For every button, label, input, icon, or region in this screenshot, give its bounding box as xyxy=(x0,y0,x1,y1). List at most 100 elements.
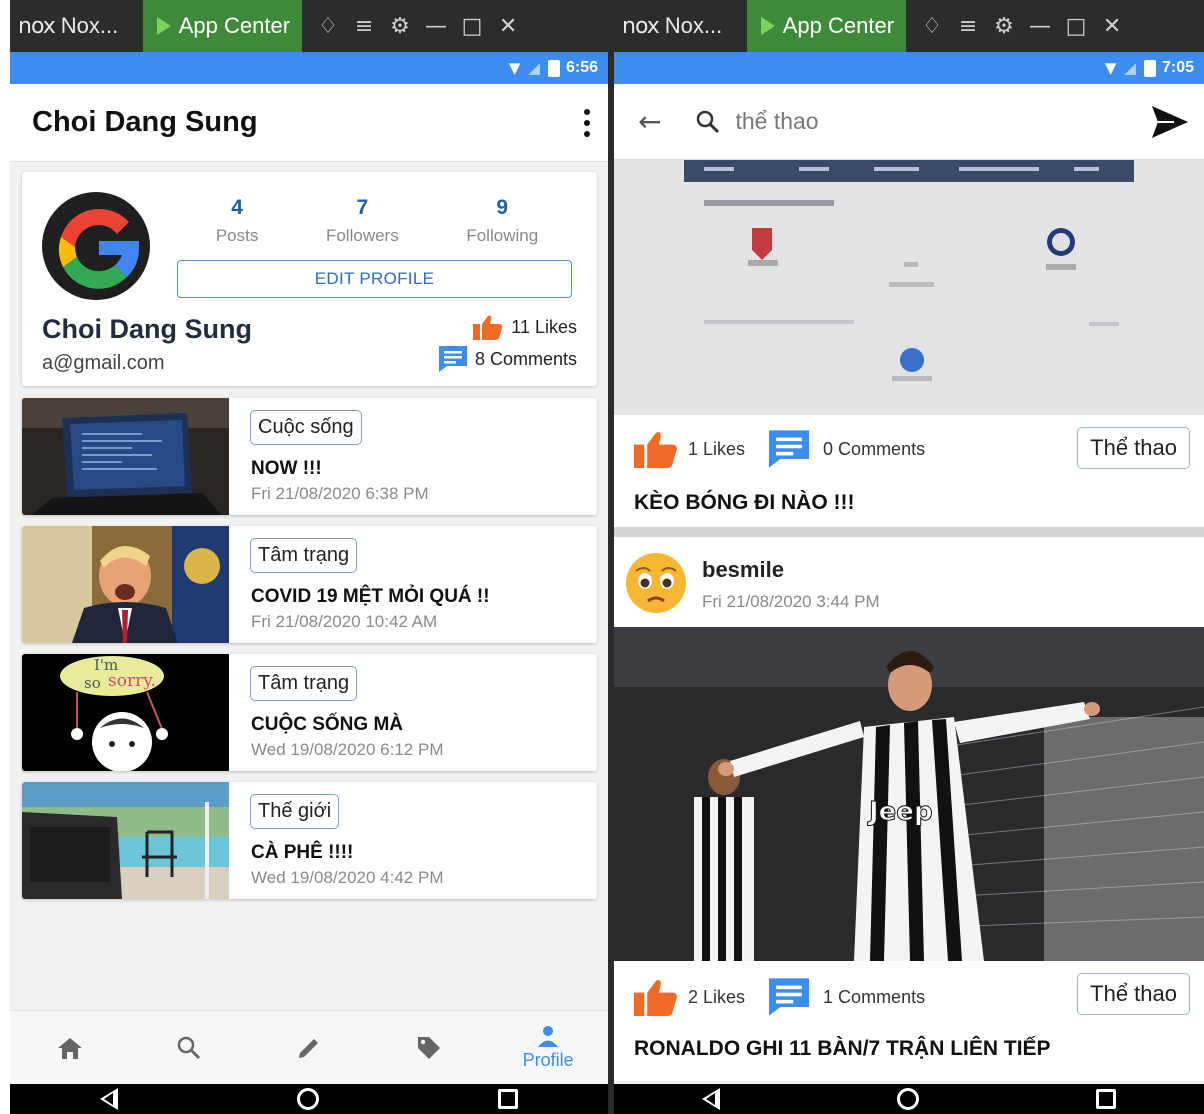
tab-profile-label: Profile xyxy=(522,1050,574,1070)
post-date: Fri 21/08/2020 10:42 AM xyxy=(251,612,438,631)
post-image-footballer: Jeep xyxy=(614,627,1204,961)
thumbs-up-icon xyxy=(473,315,503,340)
tab-home[interactable] xyxy=(30,1011,110,1085)
feed-post-card[interactable]: besmile Fri 21/08/2020 3:44 PM Jeep 2 Li… xyxy=(614,537,1204,1081)
close-icon[interactable]: ✕ xyxy=(490,14,526,39)
maximize-icon[interactable]: □ xyxy=(454,14,490,39)
post-title: CUỘC SỐNG MÀ xyxy=(251,714,403,735)
post-title: RONALDO GHI 11 BÀN/7 TRẬN LIÊN TIẾP xyxy=(634,1037,1051,1060)
settings-icon[interactable]: ⚙ xyxy=(986,14,1022,39)
right-emulator: nox Nox... App Center ♢ ≡ ⚙ — □ ✕ ▼ ◢ 7:… xyxy=(614,0,1204,1114)
profile-likes: 11 Likes xyxy=(473,314,577,340)
battery-icon xyxy=(1143,59,1156,77)
author-avatar-emoji[interactable] xyxy=(624,551,688,615)
search-icon xyxy=(178,1036,201,1059)
post-category-tag[interactable]: Thế giới xyxy=(250,794,340,829)
app-center-label: App Center xyxy=(178,13,291,38)
post-title: CÀ PHÊ !!!! xyxy=(251,842,354,863)
post-thumbnail-cafe xyxy=(22,782,229,899)
tab-write[interactable] xyxy=(269,1011,349,1085)
minimize-icon[interactable]: — xyxy=(418,14,454,39)
wifi-icon: ▼ xyxy=(508,59,521,77)
post-title: NOW !!! xyxy=(251,458,322,479)
thumb-text-sorry: sorry. xyxy=(108,671,156,691)
back-nav-icon[interactable] xyxy=(702,1088,721,1110)
thumbs-up-icon[interactable] xyxy=(634,429,678,469)
post-row[interactable]: Cuộc sống NOW !!! Fri 21/08/2020 6:38 PM xyxy=(22,398,597,515)
following-stat[interactable]: 9 Following xyxy=(466,196,538,246)
tab-search[interactable] xyxy=(149,1011,229,1085)
send-icon[interactable] xyxy=(1150,104,1190,140)
post-row[interactable]: Tâm trạng COVID 19 MỆT MỎI QUÁ !! Fri 21… xyxy=(22,526,597,643)
tab-tags[interactable] xyxy=(389,1011,469,1085)
edit-profile-button[interactable]: EDIT PROFILE xyxy=(177,260,572,298)
recents-nav-icon[interactable] xyxy=(1095,1089,1116,1109)
settings-icon[interactable]: ⚙ xyxy=(382,14,418,39)
post-likes: 2 Likes xyxy=(688,986,746,1007)
android-nav-bar xyxy=(10,1084,608,1114)
search-icon xyxy=(697,110,720,133)
recents-nav-icon[interactable] xyxy=(498,1089,519,1109)
post-category-tag[interactable]: Thể thao xyxy=(1077,973,1190,1015)
profile-app-bar: Choi Dang Sung xyxy=(10,84,608,162)
author-name[interactable]: besmile xyxy=(702,557,784,583)
avatar[interactable] xyxy=(42,192,150,300)
post-category-tag[interactable]: Cuộc sống xyxy=(250,410,362,445)
post-category-tag[interactable]: Tâm trạng xyxy=(250,538,358,573)
post-thumbnail-laptop xyxy=(22,398,229,515)
overflow-menu-icon[interactable] xyxy=(584,108,590,137)
home-icon xyxy=(57,1037,82,1059)
comments-count: 8 Comments xyxy=(474,348,577,369)
post-likes: 1 Likes xyxy=(688,438,746,459)
post-date: Wed 19/08/2020 6:12 PM xyxy=(251,740,444,759)
emulator-name: Nox... xyxy=(664,13,723,38)
thumbs-up-icon[interactable] xyxy=(634,977,678,1017)
left-emulator: nox Nox... App Center ♢ ≡ ⚙ — □ ✕ ▼ ◢ 6:… xyxy=(10,0,608,1114)
menu-icon[interactable]: ≡ xyxy=(950,14,986,39)
tab-profile[interactable]: Profile xyxy=(508,1011,588,1085)
search-input[interactable] xyxy=(735,108,1036,135)
post-stats-row: 2 Likes 1 Comments xyxy=(634,977,925,1017)
clock: 6:56 xyxy=(565,59,598,76)
post-row[interactable]: Thế giới CÀ PHÊ !!!! Wed 19/08/2020 4:42… xyxy=(22,782,597,899)
clock: 7:05 xyxy=(1161,59,1194,76)
app-center-button[interactable]: App Center xyxy=(142,0,303,52)
followers-label: Followers xyxy=(325,226,399,245)
search-box xyxy=(695,108,1150,135)
comment-icon xyxy=(438,346,467,372)
home-nav-icon[interactable] xyxy=(896,1088,919,1110)
home-nav-icon[interactable] xyxy=(296,1088,319,1110)
profile-comments: 8 Comments xyxy=(438,346,577,372)
menu-icon[interactable]: ≡ xyxy=(346,14,382,39)
feed-separator xyxy=(614,527,1204,537)
posts-stat[interactable]: 4 Posts xyxy=(216,196,259,246)
minimize-icon[interactable]: — xyxy=(1022,14,1058,39)
close-icon[interactable]: ✕ xyxy=(1094,14,1130,39)
theme-icon[interactable]: ♢ xyxy=(914,14,950,39)
emulator-name: Nox... xyxy=(60,13,119,38)
post-row[interactable]: I'm so sorry. Tâm trạng CUỘC SỐNG MÀ Wed… xyxy=(22,654,597,771)
play-store-icon xyxy=(156,17,171,35)
wifi-icon: ▼ xyxy=(1104,59,1117,77)
search-app-bar: ← xyxy=(614,84,1204,160)
comment-icon[interactable] xyxy=(769,430,810,468)
app-center-button[interactable]: App Center xyxy=(746,0,907,52)
back-nav-icon[interactable] xyxy=(99,1088,118,1110)
signal-icon: ◢ xyxy=(1124,59,1136,77)
back-arrow-icon[interactable]: ← xyxy=(638,105,661,138)
post-category-tag[interactable]: Tâm trạng xyxy=(250,666,358,701)
following-count: 9 xyxy=(496,196,509,219)
post-thumbnail-person xyxy=(22,526,229,643)
page-title: Choi Dang Sung xyxy=(32,106,258,138)
followers-stat[interactable]: 7 Followers xyxy=(326,196,399,246)
post-comments: 1 Comments xyxy=(823,986,926,1007)
theme-icon[interactable]: ♢ xyxy=(310,14,346,39)
feed-post-card[interactable]: 1 Likes 0 Comments Thể thao KÈO BÓNG ĐI … xyxy=(614,415,1204,527)
maximize-icon[interactable]: □ xyxy=(1058,14,1094,39)
google-logo-icon xyxy=(45,195,147,297)
jersey-text: Jeep xyxy=(869,797,934,828)
post-category-tag[interactable]: Thể thao xyxy=(1077,427,1190,469)
profile-name: Choi Dang Sung xyxy=(42,314,252,344)
comment-icon[interactable] xyxy=(769,978,810,1016)
post-image-match-schedule xyxy=(614,160,1204,415)
